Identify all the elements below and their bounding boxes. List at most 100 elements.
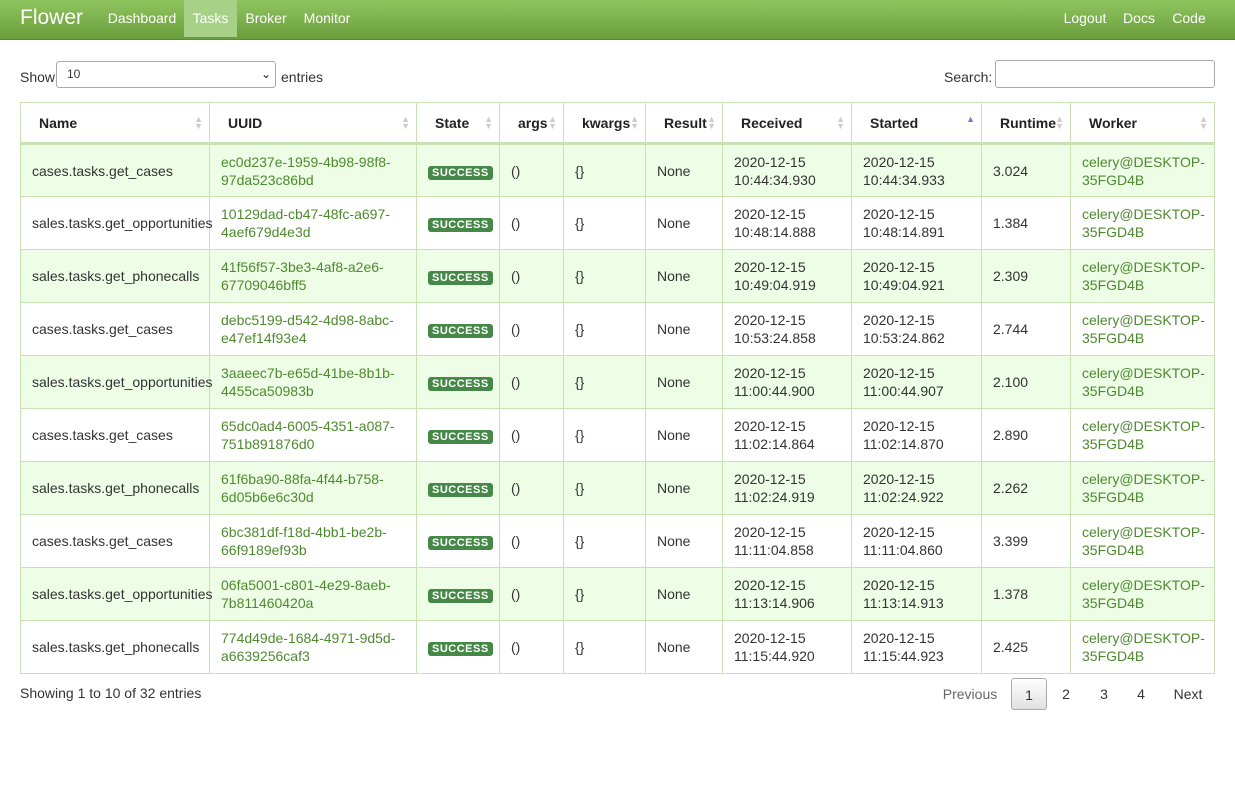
pagination-page-2[interactable]: 2 bbox=[1052, 678, 1080, 710]
table-cell: ec0d237e-1959-4b98-98f8- 97da523c86bd bbox=[209, 143, 417, 197]
nav-docs[interactable]: Docs bbox=[1120, 0, 1158, 37]
nav-monitor[interactable]: Monitor bbox=[300, 0, 354, 37]
task-uuid-link[interactable]: 66f9189ef93b bbox=[221, 542, 307, 558]
table-cell: celery@DESKTOP- 35FGD4B bbox=[1070, 249, 1215, 303]
task-uuid-link[interactable]: 774d49de-1684-4971-9d5d- bbox=[221, 630, 395, 646]
table-cell: () bbox=[499, 302, 564, 356]
table-cell: celery@DESKTOP- 35FGD4B bbox=[1070, 143, 1215, 197]
task-uuid-link[interactable]: 4aef679d4e3d bbox=[221, 224, 311, 240]
worker-link[interactable]: celery@DESKTOP- bbox=[1082, 577, 1205, 593]
column-header-runtime[interactable]: Runtime ▲ ▼ bbox=[981, 102, 1071, 145]
worker-link[interactable]: 35FGD4B bbox=[1082, 489, 1144, 505]
worker-link[interactable]: celery@DESKTOP- bbox=[1082, 418, 1205, 434]
received-time: 10:53:24.858 bbox=[734, 330, 816, 346]
table-cell: {} bbox=[563, 461, 646, 515]
task-uuid-link[interactable]: 3aaeec7b-e65d-41be-8b1b- bbox=[221, 365, 395, 381]
nav-broker[interactable]: Broker bbox=[240, 0, 292, 37]
sort-icon: ▲ ▼ bbox=[194, 114, 203, 131]
started-time: 11:13:14.913 bbox=[863, 595, 944, 611]
status-badge: SUCCESS bbox=[428, 218, 493, 232]
nav-tasks[interactable]: Tasks bbox=[184, 0, 237, 37]
entries-per-page-select[interactable]: 10 ⌄ bbox=[56, 61, 276, 88]
pagination-page-4[interactable]: 4 bbox=[1127, 678, 1155, 710]
task-uuid-link[interactable]: 6d05b6e6c30d bbox=[221, 489, 314, 505]
worker-link[interactable]: 35FGD4B bbox=[1082, 542, 1144, 558]
worker-link[interactable]: 35FGD4B bbox=[1082, 595, 1144, 611]
task-result: None bbox=[657, 268, 691, 284]
pagination-next[interactable]: Next bbox=[1166, 678, 1210, 710]
started-date: 2020-12-15 bbox=[863, 577, 935, 593]
received-time: 10:49:04.919 bbox=[734, 277, 816, 293]
task-uuid-link[interactable]: a6639256caf3 bbox=[221, 648, 310, 664]
task-uuid-link[interactable]: 7b811460420a bbox=[221, 595, 313, 611]
table-cell: SUCCESS bbox=[416, 249, 500, 303]
table-cell: 2020-12-15 11:02:24.919 bbox=[722, 461, 852, 515]
column-header-result[interactable]: Result ▲ ▼ bbox=[645, 102, 723, 145]
task-uuid-link[interactable]: 65dc0ad4-6005-4351-a087- bbox=[221, 418, 395, 434]
worker-link[interactable]: 35FGD4B bbox=[1082, 383, 1144, 399]
column-header-uuid[interactable]: UUID ▲ ▼ bbox=[209, 102, 417, 145]
column-header-label: State bbox=[435, 114, 470, 131]
task-result: None bbox=[657, 586, 691, 602]
task-uuid-link[interactable]: 10129dad-cb47-48fc-a697- bbox=[221, 206, 390, 222]
column-header-kwargs[interactable]: kwargs ▲ ▼ bbox=[563, 102, 646, 145]
column-header-received[interactable]: Received ▲ ▼ bbox=[722, 102, 852, 145]
column-header-state[interactable]: State ▲ ▼ bbox=[416, 102, 500, 145]
worker-link[interactable]: celery@DESKTOP- bbox=[1082, 471, 1205, 487]
task-uuid-link[interactable]: 97da523c86bd bbox=[221, 172, 314, 188]
nav-code[interactable]: Code bbox=[1168, 0, 1210, 37]
nav-logout[interactable]: Logout bbox=[1060, 0, 1110, 37]
search-input[interactable] bbox=[995, 60, 1215, 88]
worker-link[interactable]: celery@DESKTOP- bbox=[1082, 154, 1205, 170]
received-date: 2020-12-15 bbox=[734, 630, 806, 646]
task-result: None bbox=[657, 374, 691, 390]
table-cell: 3.024 bbox=[981, 143, 1071, 197]
worker-link[interactable]: 35FGD4B bbox=[1082, 172, 1144, 188]
worker-link[interactable]: 35FGD4B bbox=[1082, 648, 1144, 664]
sort-icon: ▲ ▼ bbox=[401, 114, 410, 131]
chevron-down-icon: ⌄ bbox=[260, 67, 271, 81]
task-uuid-link[interactable]: 4455ca50983b bbox=[221, 383, 314, 399]
task-uuid-link[interactable]: 67709046bff5 bbox=[221, 277, 306, 293]
worker-link[interactable]: 35FGD4B bbox=[1082, 224, 1144, 240]
sort-icon: ▲ ▼ bbox=[630, 114, 639, 131]
task-uuid-link[interactable]: 06fa5001-c801-4e29-8aeb- bbox=[221, 577, 391, 593]
column-header-args[interactable]: args ▲ ▼ bbox=[499, 102, 564, 145]
worker-link[interactable]: celery@DESKTOP- bbox=[1082, 259, 1205, 275]
table-cell: SUCCESS bbox=[416, 620, 500, 674]
worker-link[interactable]: celery@DESKTOP- bbox=[1082, 630, 1205, 646]
task-uuid-link[interactable]: ec0d237e-1959-4b98-98f8- bbox=[221, 154, 391, 170]
brand-logo[interactable]: Flower bbox=[20, 6, 83, 30]
task-uuid-link[interactable]: 41f56f57-3be3-4af8-a2e6- bbox=[221, 259, 384, 275]
worker-link[interactable]: 35FGD4B bbox=[1082, 277, 1144, 293]
task-runtime: 3.399 bbox=[993, 533, 1029, 549]
pagination-previous[interactable]: Previous bbox=[936, 678, 1004, 710]
worker-link[interactable]: celery@DESKTOP- bbox=[1082, 365, 1205, 381]
worker-link[interactable]: celery@DESKTOP- bbox=[1082, 312, 1205, 328]
worker-link[interactable]: 35FGD4B bbox=[1082, 330, 1144, 346]
started-date: 2020-12-15 bbox=[863, 418, 935, 434]
nav-dashboard[interactable]: Dashboard bbox=[102, 0, 182, 37]
table-cell: 2020-12-15 11:00:44.900 bbox=[722, 355, 852, 409]
pagination-page-1[interactable]: 1 bbox=[1011, 678, 1047, 710]
task-uuid-link[interactable]: 751b891876d0 bbox=[221, 436, 314, 452]
task-uuid-link[interactable]: 61f6ba90-88fa-4f44-b758- bbox=[221, 471, 384, 487]
task-kwargs: {} bbox=[575, 321, 585, 337]
sort-icon: ▲ ▼ bbox=[707, 114, 716, 131]
pagination-page-3[interactable]: 3 bbox=[1090, 678, 1118, 710]
table-cell: celery@DESKTOP- 35FGD4B bbox=[1070, 302, 1215, 356]
table-cell: 3aaeec7b-e65d-41be-8b1b- 4455ca50983b bbox=[209, 355, 417, 409]
worker-link[interactable]: celery@DESKTOP- bbox=[1082, 524, 1205, 540]
table-cell: 10129dad-cb47-48fc-a697- 4aef679d4e3d bbox=[209, 196, 417, 250]
table-cell: SUCCESS bbox=[416, 567, 500, 621]
worker-link[interactable]: 35FGD4B bbox=[1082, 436, 1144, 452]
task-uuid-link[interactable]: e47ef14f93e4 bbox=[221, 330, 307, 346]
column-header-worker[interactable]: Worker ▲ ▼ bbox=[1070, 102, 1215, 145]
column-header-name[interactable]: Name ▲ ▼ bbox=[20, 102, 210, 145]
received-date: 2020-12-15 bbox=[734, 206, 806, 222]
column-header-started[interactable]: Started ▲ bbox=[851, 102, 982, 145]
task-uuid-link[interactable]: debc5199-d542-4d98-8abc- bbox=[221, 312, 394, 328]
table-cell: 2020-12-15 11:11:04.858 bbox=[722, 514, 852, 568]
worker-link[interactable]: celery@DESKTOP- bbox=[1082, 206, 1205, 222]
task-uuid-link[interactable]: 6bc381df-f18d-4bb1-be2b- bbox=[221, 524, 387, 540]
